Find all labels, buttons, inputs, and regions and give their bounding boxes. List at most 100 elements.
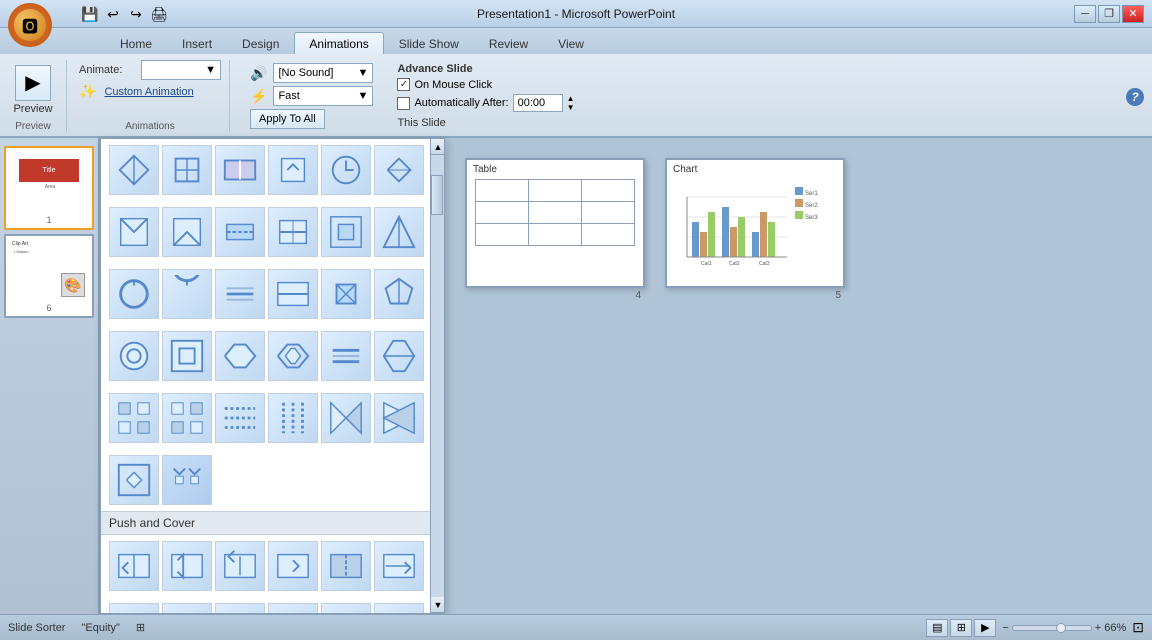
timing-section: 🔊 [No Sound] ▼ ⚡ Fast ▼ Apply To All	[242, 59, 381, 133]
tab-design[interactable]: Design	[227, 32, 294, 54]
restore-button[interactable]: ❐	[1098, 5, 1120, 23]
fit-button[interactable]: ⊡	[1132, 619, 1144, 636]
slide-5-card[interactable]: Chart Ser1 Ser2 Ser3	[665, 158, 845, 288]
anim-item[interactable]	[268, 541, 318, 591]
dropdown-inner: Push and Cover	[101, 139, 444, 613]
anim-item[interactable]	[109, 393, 159, 443]
tab-home[interactable]: Home	[105, 32, 167, 54]
tab-animations[interactable]: Animations	[294, 32, 383, 54]
anim-item[interactable]	[268, 331, 318, 381]
speed-dropdown[interactable]: Fast ▼	[273, 86, 373, 106]
zoom-thumb[interactable]	[1056, 623, 1066, 633]
anim-grid-6	[101, 449, 444, 511]
scroll-thumb[interactable]	[431, 175, 443, 215]
mouse-click-checkbox[interactable]	[397, 78, 410, 91]
anim-item[interactable]	[321, 603, 371, 613]
time-spinner[interactable]: ▲ ▼	[567, 94, 575, 112]
anim-item[interactable]	[374, 207, 424, 257]
zoom-slider[interactable]	[1012, 625, 1092, 631]
anim-item[interactable]	[162, 541, 212, 591]
normal-view-button[interactable]: ▤	[926, 619, 948, 637]
theme-label[interactable]: "Equity"	[81, 622, 119, 634]
anim-item[interactable]	[215, 207, 265, 257]
slide-sorter-label[interactable]: Slide Sorter	[8, 622, 65, 634]
slide-4-card[interactable]: Table	[465, 158, 645, 288]
anim-item[interactable]	[374, 541, 424, 591]
anim-grid-2	[101, 201, 444, 263]
anim-item[interactable]	[374, 393, 424, 443]
anim-item[interactable]	[162, 331, 212, 381]
scroll-up-button[interactable]: ▲	[431, 139, 445, 155]
anim-grid-4	[101, 325, 444, 387]
zoom-level: 66%	[1104, 622, 1126, 634]
anim-item[interactable]	[215, 393, 265, 443]
slideshow-button[interactable]: ▶	[974, 619, 996, 637]
auto-after-input[interactable]: 00:00	[513, 94, 563, 112]
anim-item[interactable]	[162, 207, 212, 257]
advance-title: Advance Slide	[397, 63, 574, 75]
zoom-out-button[interactable]: −	[1002, 622, 1008, 634]
anim-item[interactable]	[162, 393, 212, 443]
anim-item[interactable]	[321, 207, 371, 257]
scroll-down-button[interactable]: ▼	[431, 597, 445, 613]
anim-item[interactable]	[109, 207, 159, 257]
print-button[interactable]: 🖨	[149, 4, 169, 24]
anim-item[interactable]	[268, 269, 318, 319]
anim-item[interactable]	[109, 269, 159, 319]
anim-item[interactable]	[215, 269, 265, 319]
slide-thumb-6[interactable]: Clip Art • Malmo 🎨 6	[4, 234, 94, 318]
svg-text:Cat1: Cat1	[701, 261, 712, 267]
anim-item[interactable]	[109, 331, 159, 381]
anim-item[interactable]	[162, 455, 212, 505]
anim-item[interactable]	[321, 331, 371, 381]
tab-slideshow[interactable]: Slide Show	[384, 32, 474, 54]
close-button[interactable]: ✕	[1122, 5, 1144, 23]
anim-item[interactable]	[215, 331, 265, 381]
anim-item[interactable]	[109, 455, 159, 505]
apply-to-all-button[interactable]: Apply To All	[250, 109, 325, 129]
anim-item[interactable]	[268, 145, 318, 195]
anim-item[interactable]	[109, 541, 159, 591]
anim-item[interactable]	[321, 269, 371, 319]
anim-item[interactable]	[321, 145, 371, 195]
preview-section-content: ▶ Preview	[8, 60, 58, 119]
anim-item[interactable]	[268, 603, 318, 613]
anim-item[interactable]	[162, 269, 212, 319]
anim-item[interactable]	[374, 603, 424, 613]
animate-controls: Animate: ▼ ✨ Custom Animation	[79, 60, 221, 100]
slide-sorter-button[interactable]: ⊞	[950, 619, 972, 637]
anim-item[interactable]	[268, 393, 318, 443]
anim-item[interactable]	[374, 145, 424, 195]
anim-item[interactable]	[109, 145, 159, 195]
tab-review[interactable]: Review	[474, 32, 543, 54]
office-button[interactable]: 🅾	[8, 3, 52, 47]
anim-item[interactable]	[374, 269, 424, 319]
anim-item[interactable]	[268, 207, 318, 257]
zoom-in-button[interactable]: +	[1095, 622, 1101, 634]
anim-item[interactable]	[374, 331, 424, 381]
slide-1-number: 1	[9, 215, 89, 225]
preview-button[interactable]: ▶ Preview	[8, 65, 58, 115]
tab-view[interactable]: View	[543, 32, 599, 54]
auto-after-checkbox[interactable]	[397, 97, 410, 110]
minimize-button[interactable]: ─	[1074, 5, 1096, 23]
slide-thumb-1[interactable]: Title Area 1	[4, 146, 94, 230]
undo-button[interactable]: ↩	[103, 4, 123, 24]
tab-insert[interactable]: Insert	[167, 32, 227, 54]
animate-dropdown[interactable]: ▼	[141, 60, 221, 80]
save-button[interactable]: 💾	[80, 4, 100, 24]
layout-icon[interactable]: ⊞	[136, 621, 145, 634]
custom-animation-label[interactable]: Custom Animation	[104, 86, 193, 98]
mouse-click-row: On Mouse Click	[397, 78, 574, 91]
anim-item[interactable]	[321, 541, 371, 591]
sound-dropdown[interactable]: [No Sound] ▼	[273, 63, 373, 83]
anim-item[interactable]	[162, 145, 212, 195]
redo-button[interactable]: ↪	[126, 4, 146, 24]
anim-item[interactable]	[215, 145, 265, 195]
anim-item[interactable]	[162, 603, 212, 613]
anim-item[interactable]	[109, 603, 159, 613]
help-button[interactable]: ?	[1126, 88, 1144, 106]
anim-item[interactable]	[321, 393, 371, 443]
anim-item[interactable]	[215, 541, 265, 591]
anim-item[interactable]	[215, 603, 265, 613]
